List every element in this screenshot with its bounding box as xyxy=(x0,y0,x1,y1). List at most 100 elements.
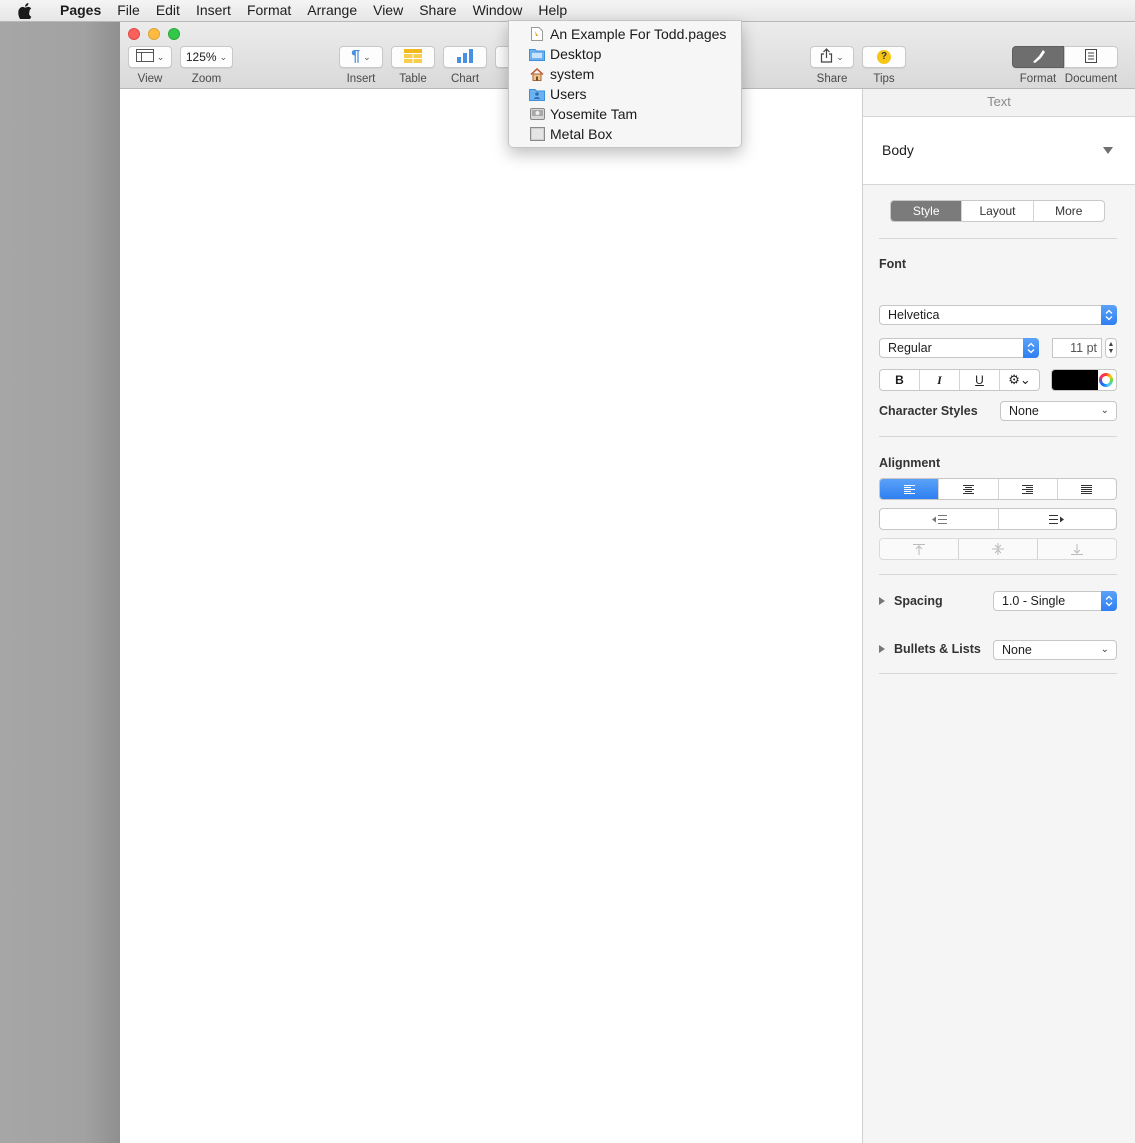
tips-button[interactable]: ? xyxy=(862,46,906,68)
spacing-value: 1.0 - Single xyxy=(1002,594,1066,608)
disclosure-triangle-icon[interactable] xyxy=(879,597,885,605)
insert-button[interactable]: ¶ ⌄ xyxy=(339,46,383,68)
menu-help[interactable]: Help xyxy=(530,0,575,22)
fullscreen-window-button[interactable] xyxy=(168,28,180,40)
divider xyxy=(879,436,1117,437)
view-button[interactable]: ⌄ xyxy=(128,46,172,68)
chevron-down-icon: ⌄ xyxy=(156,51,165,62)
share-group: ⌄ Share xyxy=(810,46,854,85)
menu-file[interactable]: File xyxy=(109,0,148,22)
minimize-window-button[interactable] xyxy=(148,28,160,40)
window-menu-item-document[interactable]: An Example For Todd.pages xyxy=(509,24,741,44)
zoom-group: 125% ⌄ Zoom xyxy=(180,46,233,85)
justify-button[interactable] xyxy=(1058,479,1116,499)
zoom-popup[interactable]: 125% ⌄ xyxy=(180,46,233,68)
format-label: Format xyxy=(1019,73,1057,85)
document-icon xyxy=(1085,48,1097,66)
align-center-button[interactable] xyxy=(939,479,999,499)
disk-icon xyxy=(529,127,545,142)
divider xyxy=(879,673,1117,674)
paintbrush-icon xyxy=(1030,49,1046,66)
insert-label: Insert xyxy=(346,73,376,85)
chart-button[interactable] xyxy=(443,46,487,68)
align-top-button[interactable] xyxy=(880,539,959,559)
hard-drive-icon xyxy=(529,107,545,122)
insert-group: ¶ ⌄ Insert xyxy=(339,46,383,85)
window-menu-item-system[interactable]: system xyxy=(509,64,741,84)
menu-insert[interactable]: Insert xyxy=(188,0,239,22)
stepper-down-icon: ▼ xyxy=(1107,348,1115,355)
menu-window[interactable]: Window xyxy=(465,0,531,22)
menu-arrange[interactable]: Arrange xyxy=(299,0,365,22)
apple-menu-icon[interactable] xyxy=(14,0,36,22)
gear-icon: ⚙⌄ xyxy=(1008,372,1031,387)
inspector-header: Text xyxy=(863,89,1135,117)
spacing-label[interactable]: Spacing xyxy=(894,594,943,608)
menu-format[interactable]: Format xyxy=(239,0,299,22)
vertical-alignment-buttons xyxy=(879,538,1117,560)
paragraph-style-popup[interactable]: Body xyxy=(863,117,1135,185)
share-button[interactable]: ⌄ xyxy=(810,46,854,68)
bullets-value: None xyxy=(1002,643,1032,657)
bullets-popup[interactable]: None ⌄ xyxy=(993,640,1117,660)
font-size-stepper[interactable]: ▲ ▼ xyxy=(1105,338,1117,358)
document-button[interactable] xyxy=(1064,46,1118,68)
tab-style[interactable]: Style xyxy=(891,201,963,221)
align-left-button[interactable] xyxy=(880,479,940,499)
chevron-down-icon: ⌄ xyxy=(1100,644,1109,655)
character-styles-popup[interactable]: None ⌄ xyxy=(1000,401,1117,421)
spacing-popup[interactable]: 1.0 - Single xyxy=(993,591,1117,611)
color-wheel-icon[interactable] xyxy=(1099,373,1113,387)
close-window-button[interactable] xyxy=(128,28,140,40)
chevron-down-icon: ⌄ xyxy=(363,51,371,62)
zoom-label: Zoom xyxy=(191,73,222,85)
tab-layout[interactable]: Layout xyxy=(962,201,1034,221)
bold-button[interactable]: B xyxy=(880,370,920,390)
justify-icon xyxy=(1081,484,1093,494)
italic-button[interactable]: I xyxy=(920,370,960,390)
triangle-down-icon xyxy=(1103,147,1113,154)
align-top-icon xyxy=(913,543,925,555)
font-family-popup[interactable]: Helvetica xyxy=(879,305,1117,325)
outdent-icon xyxy=(931,514,947,524)
share-label: Share xyxy=(816,73,848,85)
bullets-lists-label[interactable]: Bullets & Lists xyxy=(894,642,981,656)
window-menu-item-desktop[interactable]: Desktop xyxy=(509,44,741,64)
align-left-icon xyxy=(903,484,915,494)
format-button[interactable] xyxy=(1012,46,1064,68)
chart-group: Chart xyxy=(443,46,487,85)
table-button[interactable] xyxy=(391,46,435,68)
window-menu-item-users[interactable]: Users xyxy=(509,84,741,104)
indent-buttons xyxy=(879,508,1117,530)
align-middle-icon xyxy=(992,543,1004,555)
table-icon xyxy=(404,48,422,66)
window-menu-item-metal-box[interactable]: Metal Box xyxy=(509,124,741,144)
window-menu-item-label: Yosemite Tam xyxy=(550,106,638,122)
disclosure-triangle-icon[interactable] xyxy=(879,645,885,653)
menu-app-pages[interactable]: Pages xyxy=(52,0,109,22)
character-styles-label: Character Styles xyxy=(879,404,978,418)
text-options-button[interactable]: ⚙⌄ xyxy=(1000,370,1039,390)
sidebar-layout-icon xyxy=(135,49,154,65)
menu-share[interactable]: Share xyxy=(411,0,464,22)
increase-indent-button[interactable] xyxy=(999,509,1117,529)
typeface-popup[interactable]: Regular xyxy=(879,338,1039,358)
stepper-up-icon: ▲ xyxy=(1107,341,1115,348)
table-group: Table xyxy=(391,46,435,85)
align-middle-button[interactable] xyxy=(959,539,1038,559)
align-right-button[interactable] xyxy=(999,479,1058,499)
window-menu-item-yosemite-tam[interactable]: Yosemite Tam xyxy=(509,104,741,124)
window-menu-dropdown: An Example For Todd.pages Desktop system… xyxy=(508,20,742,148)
align-bottom-button[interactable] xyxy=(1038,539,1116,559)
document-canvas[interactable] xyxy=(120,89,863,1143)
tab-more[interactable]: More xyxy=(1034,201,1104,221)
text-color-well[interactable] xyxy=(1051,369,1117,391)
format-inspector: Text Body Style Layout More Font Helveti… xyxy=(863,89,1135,1143)
menu-edit[interactable]: Edit xyxy=(148,0,188,22)
decrease-indent-button[interactable] xyxy=(880,509,999,529)
menu-view[interactable]: View xyxy=(365,0,411,22)
tips-label: Tips xyxy=(873,73,895,85)
color-swatch[interactable] xyxy=(1052,370,1098,390)
underline-button[interactable]: U xyxy=(960,370,1000,390)
font-size-field[interactable]: 11 pt xyxy=(1052,338,1102,358)
